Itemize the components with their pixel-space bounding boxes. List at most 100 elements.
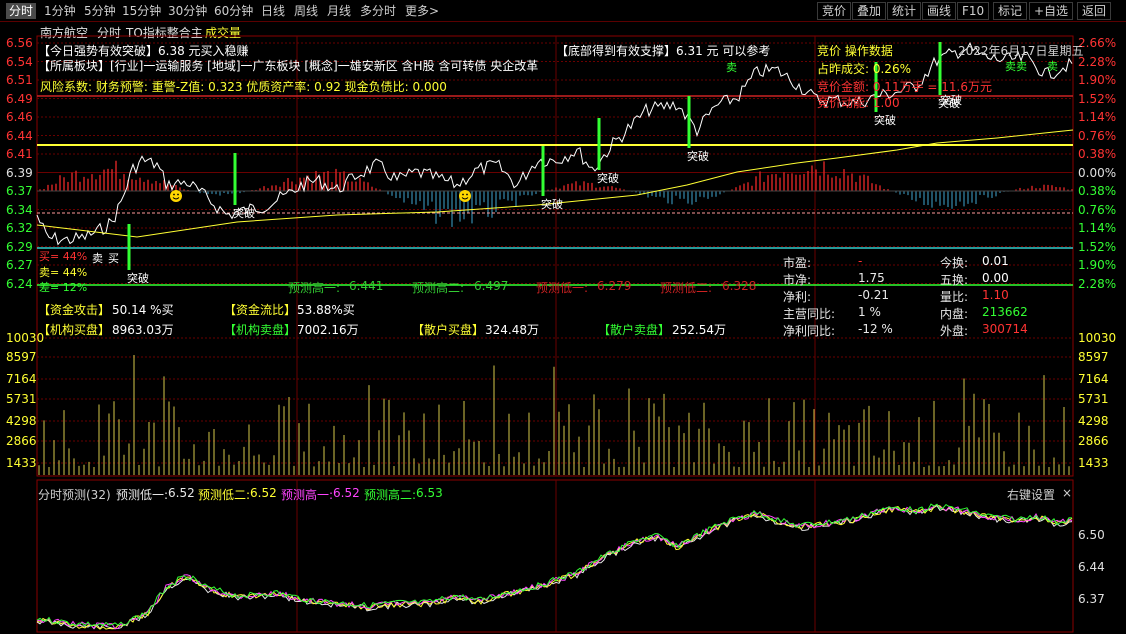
stat-value: -12 % (858, 322, 893, 336)
bottom-title: 分时预测(32) (38, 488, 111, 502)
breakout-label: 突破 (541, 197, 563, 211)
stat-value: 1.10 (982, 288, 1009, 302)
auction-momentum: 竞价动能: 1.00 (817, 96, 900, 110)
breakout-label: 突破 (687, 149, 709, 163)
percent-tick: 0.38% (1078, 147, 1117, 161)
predict-low2-value: 6.328 (722, 279, 757, 293)
bottom-low2-value: 6.52 (250, 486, 277, 500)
bottom-tick: 6.50 (1078, 528, 1105, 542)
percent-tick: 0.76% (1078, 128, 1117, 143)
fund-flow-value: 53.88%买 (297, 303, 355, 317)
smiley-icon (459, 190, 471, 202)
bottom-high1-value: 6.52 (333, 486, 360, 500)
buy-marker: 买 (108, 252, 119, 265)
close-icon[interactable]: × (1062, 486, 1072, 500)
price-tick: 6.51 (6, 73, 33, 87)
sell-marker: 卖 (92, 252, 103, 265)
percent-tick: 2.66% (1078, 36, 1117, 50)
stat-value: - (858, 254, 863, 268)
stat-label: 市盈: (783, 256, 812, 270)
bottom-low2-label: 预测低二: (198, 488, 251, 502)
predict-low1-label: 预测低一: (536, 281, 589, 295)
stat-label: 净利: (783, 290, 812, 304)
percent-tick: 2.28% (1078, 54, 1117, 69)
smiley-icon (170, 190, 182, 202)
diff-percent: 差= 12% (39, 281, 88, 294)
predict-low2-label: 预测低二: (660, 281, 713, 295)
volume-tick: 8597 (6, 350, 37, 364)
stat-label: 量比: (940, 290, 969, 304)
retail-sell-label: 【散户卖盘】 (598, 323, 671, 337)
fund-attack-label: 【资金攻击】 (38, 303, 111, 317)
sell-percent: 卖= 44% (39, 266, 88, 279)
stat-label: 五换: (940, 273, 969, 287)
volume-tick: 2866 (1078, 434, 1109, 448)
breakout-label: 突破 (874, 113, 896, 127)
predict-high2-value: 6.497 (474, 279, 509, 293)
price-tick: 6.56 (6, 36, 33, 50)
stat-value: 213662 (982, 305, 1028, 319)
price-tick: 6.39 (6, 165, 33, 180)
breakout-label: 突破 (597, 171, 619, 185)
bottom-high2-label: 预测高二: (364, 488, 417, 502)
stat-label: 主营同比: (783, 307, 836, 321)
price-tick: 6.49 (6, 91, 33, 106)
predict-high1-label: 预测高一: (288, 281, 341, 295)
date-label: 2022年6月17日星期五 (958, 44, 1084, 58)
price-tick: 6.29 (6, 239, 33, 254)
price-tick: 6.41 (6, 147, 33, 161)
prediction-series (36, 503, 1073, 630)
fund-flow-label: 【资金流比】 (224, 303, 297, 317)
sell-marker: 卖 (1047, 60, 1058, 73)
bottom-tick: 6.44 (1078, 560, 1105, 574)
stat-value: 1 % (858, 305, 881, 319)
predict-high1-value: 6.441 (349, 279, 384, 293)
smiley-eye (173, 193, 175, 196)
inst-sell-value: 7002.16万 (297, 323, 359, 337)
auction-amount: 竞价金额: 0.11万手 = 11.6万元 (817, 80, 992, 94)
bottom-tick: 6.37 (1078, 592, 1105, 606)
price-tick: 6.44 (6, 128, 33, 143)
volume-tick: 5731 (6, 392, 37, 406)
buy-percent: 买= 44% (39, 250, 88, 263)
percent-tick: 0.00% (1078, 165, 1117, 180)
retail-buy-label: 【散户买盘】 (412, 323, 485, 337)
sell-marker: 卖卖 (1005, 60, 1027, 73)
percent-tick: 0.76% (1078, 202, 1117, 217)
volume-tick: 4298 (6, 414, 37, 428)
stat-value: -0.21 (858, 288, 890, 302)
percent-tick: 1.90% (1078, 258, 1117, 272)
chart-grid (36, 35, 1074, 633)
percent-tick: 1.14% (1078, 110, 1117, 124)
price-tick: 6.46 (6, 110, 33, 124)
volume-tick: 7164 (1078, 372, 1109, 386)
prev-close-ratio: 占昨成交: 0.26% (817, 62, 911, 76)
retail-buy-value: 324.48万 (485, 323, 539, 337)
right-click-settings[interactable]: 右键设置 (1007, 486, 1055, 503)
volume-tick: 4298 (1078, 414, 1109, 428)
percent-tick: 1.52% (1078, 91, 1117, 106)
volume-tick: 8597 (1078, 350, 1109, 364)
percent-tick: 2.28% (1078, 276, 1117, 291)
price-tick: 6.54 (6, 54, 33, 69)
support-note: 【底部得到有效支撑】6.31 元 可以参考 (556, 44, 771, 58)
breakout-label: 突破 (233, 206, 255, 220)
volume-tick: 1433 (1078, 456, 1109, 470)
percent-tick: 0.38% (1078, 184, 1117, 198)
stat-value: 300714 (982, 322, 1028, 336)
inst-buy-label: 【机构买盘】 (38, 323, 111, 337)
reference-lines (37, 95, 1073, 286)
prediction-line (36, 504, 1073, 630)
volume-tick: 10030 (1078, 331, 1117, 345)
percent-tick: 1.90% (1078, 73, 1117, 87)
predict-low1-value: 6.279 (597, 279, 632, 293)
sector-note: 【所属板块】[行业]一运输服务 [地域]一广东板块 [概念]一雄安新区 含H股 … (38, 59, 539, 73)
stat-value: 0.01 (982, 254, 1009, 268)
bottom-low1-value: 6.52 (168, 486, 195, 500)
stat-value: 0.00 (982, 271, 1009, 285)
stat-label: 内盘: (940, 307, 969, 321)
risk-note: 风险系数: 财务预警: 重警-Z值: 0.323 优质资产率: 0.92 现金负… (40, 80, 447, 94)
stat-label: 市净: (783, 273, 812, 287)
predict-high2-label: 预测高二: (412, 281, 465, 295)
bottom-high1-label: 预测高一: (281, 488, 334, 502)
